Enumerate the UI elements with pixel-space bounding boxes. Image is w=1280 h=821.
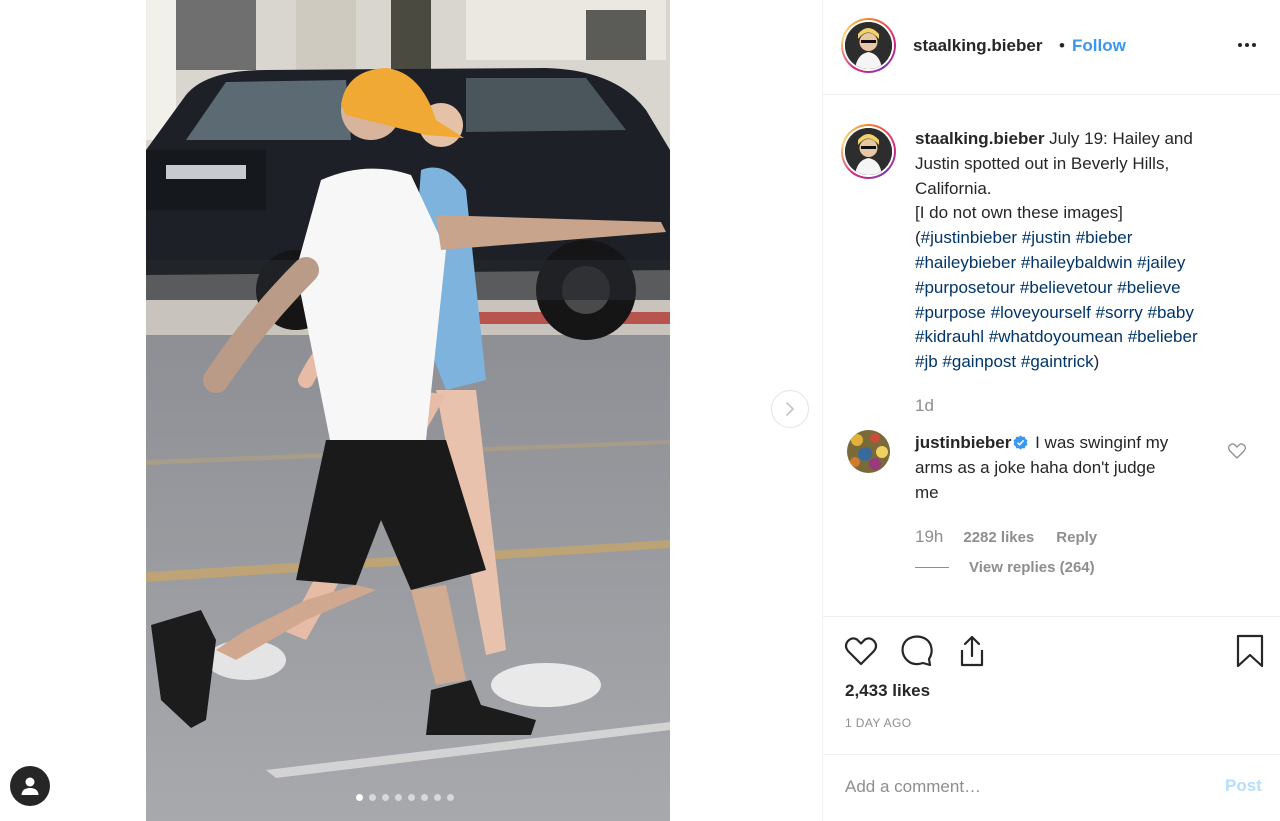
comment-timestamp: 19h bbox=[915, 527, 944, 546]
author-username[interactable]: staalking.bieber bbox=[913, 36, 1042, 56]
comment-line: arms as a joke haha don't judge bbox=[915, 458, 1156, 477]
caption-text: staalking.bieber July 19: Hailey and Jus… bbox=[915, 127, 1251, 375]
post-photo[interactable] bbox=[146, 0, 670, 821]
hashtag-link[interactable]: #sorry bbox=[1096, 303, 1143, 322]
caption-line: California. bbox=[915, 178, 992, 198]
more-horizontal-icon bbox=[1238, 43, 1242, 47]
caption-line: Justin spotted out in Beverly Hills, bbox=[915, 153, 1170, 173]
hashtag-line: (#justinbieber #justin #bieber bbox=[915, 228, 1133, 248]
hashtag-line: #purposetour #believetour #believe bbox=[915, 276, 1251, 301]
avatar-image bbox=[847, 430, 890, 473]
hashtag-link[interactable]: #loveyourself bbox=[991, 303, 1091, 322]
hashtag-link[interactable]: #purpose bbox=[915, 303, 986, 322]
post-likes-count[interactable]: 2,433 likes bbox=[845, 681, 930, 701]
photo-illustration bbox=[146, 0, 670, 821]
hashtag-link[interactable]: #purposetour bbox=[915, 278, 1015, 297]
carousel-dot bbox=[382, 794, 389, 801]
carousel-dot bbox=[421, 794, 428, 801]
caption-line: July 19: Hailey and bbox=[1049, 129, 1193, 148]
post-header: staalking.bieber • Follow bbox=[823, 0, 1280, 95]
carousel-dot bbox=[434, 794, 441, 801]
profile-icon bbox=[21, 777, 39, 795]
avatar-image bbox=[845, 22, 892, 69]
profile-button[interactable] bbox=[10, 766, 50, 806]
comment-input[interactable] bbox=[845, 773, 1185, 801]
verified-badge-icon bbox=[1013, 435, 1028, 450]
carousel-dot bbox=[369, 794, 376, 801]
hashtag-link[interactable]: #justin bbox=[1022, 228, 1071, 247]
carousel-dot bbox=[447, 794, 454, 801]
commenter-username[interactable]: justinbieber bbox=[915, 433, 1011, 452]
hashtag-link[interactable]: #belieber bbox=[1128, 327, 1198, 346]
more-horizontal-icon bbox=[1252, 43, 1256, 47]
post-timestamp: 1 DAY AGO bbox=[845, 716, 912, 730]
hashtag-line: #haileybieber #haileybaldwin #jailey bbox=[915, 251, 1251, 276]
carousel-dot bbox=[395, 794, 402, 801]
post-actions: 2,433 likes 1 DAY AGO bbox=[823, 616, 1280, 754]
hashtag-link[interactable]: #haileybaldwin bbox=[1021, 253, 1133, 272]
hashtag-link[interactable]: #justinbieber bbox=[921, 228, 1017, 247]
hashtag-link[interactable]: #whatdoyoumean bbox=[989, 327, 1123, 346]
post-media-area bbox=[0, 0, 822, 821]
separator-dot: • bbox=[1059, 36, 1065, 55]
hashtag-link[interactable]: #jailey bbox=[1137, 253, 1185, 272]
comment-line: me bbox=[915, 483, 939, 502]
hashtag-link[interactable]: #gaintrick bbox=[1021, 352, 1094, 371]
avatar-image bbox=[845, 128, 892, 175]
caption-username[interactable]: staalking.bieber bbox=[915, 129, 1044, 148]
hashtag-link[interactable]: #kidrauhl bbox=[915, 327, 984, 346]
hashtag-link[interactable]: #gainpost bbox=[942, 352, 1016, 371]
hashtag-link[interactable]: #bieber bbox=[1076, 228, 1133, 247]
carousel-dot bbox=[408, 794, 415, 801]
heart-icon[interactable] bbox=[843, 633, 879, 669]
hashtag-link[interactable]: #believetour bbox=[1020, 278, 1113, 297]
comment-text: justinbieber I was swinginf my arms as a… bbox=[915, 430, 1215, 505]
hashtag-block: (#justinbieber #justin #bieber #haileybie… bbox=[915, 226, 1251, 375]
comment-bubble-icon[interactable] bbox=[899, 633, 935, 669]
follow-button[interactable]: Follow bbox=[1072, 36, 1126, 56]
comment-likes[interactable]: 2282 likes bbox=[963, 529, 1034, 546]
hashtag-line: #purpose #loveyourself #sorry #baby bbox=[915, 301, 1251, 326]
carousel-next-button[interactable] bbox=[771, 390, 809, 428]
carousel-dots bbox=[356, 794, 454, 801]
carousel-dot bbox=[356, 794, 363, 801]
comment-composer: Post bbox=[823, 754, 1280, 821]
reply-button[interactable]: Reply bbox=[1056, 529, 1097, 546]
chevron-right-icon bbox=[786, 402, 795, 416]
hashtag-link[interactable]: #believe bbox=[1117, 278, 1180, 297]
hashtag-line: #kidrauhl #whatdoyoumean #belieber bbox=[915, 325, 1251, 350]
replies-divider bbox=[915, 567, 949, 568]
hashtag-link[interactable]: #haileybieber bbox=[915, 253, 1016, 272]
author-avatar[interactable] bbox=[841, 18, 896, 73]
heart-icon[interactable] bbox=[1227, 441, 1247, 461]
post-comment-button[interactable]: Post bbox=[1225, 776, 1262, 796]
post-side-panel: staalking.bieber • Follow staalking.bieb… bbox=[822, 0, 1280, 821]
comment-meta: 19h 2282 likes Reply bbox=[915, 527, 1097, 549]
bookmark-icon[interactable] bbox=[1232, 633, 1268, 669]
hashtag-link[interactable]: #jb bbox=[915, 352, 938, 371]
hashtag-link[interactable]: #baby bbox=[1148, 303, 1194, 322]
share-icon[interactable] bbox=[954, 633, 990, 669]
more-options-button[interactable] bbox=[1229, 33, 1265, 57]
hashtag-line: #jb #gainpost #gaintrick) bbox=[915, 352, 1100, 372]
comment-line: I was swinginf my bbox=[1035, 433, 1169, 452]
caption-author-avatar[interactable] bbox=[841, 124, 896, 179]
commenter-avatar[interactable] bbox=[847, 430, 890, 473]
more-horizontal-icon bbox=[1245, 43, 1249, 47]
caption-timestamp: 1d bbox=[915, 396, 934, 415]
view-replies-label: View replies (264) bbox=[969, 559, 1095, 576]
caption-line: [I do not own these images] bbox=[915, 203, 1123, 223]
view-replies-button[interactable]: View replies (264) bbox=[915, 559, 1095, 576]
